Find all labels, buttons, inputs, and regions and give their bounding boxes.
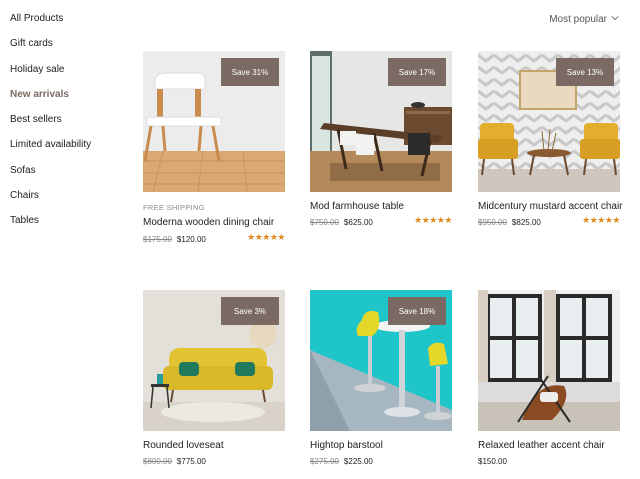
original-price: $750.00 [310,218,339,227]
product-card[interactable]: Save 17% Mod farmhouse table $750.00 $625… [310,51,452,236]
product-name[interactable]: Midcentury mustard accent chair [478,201,623,212]
product-image[interactable] [478,290,620,431]
product-card[interactable]: Save 3% Rounded loveseat $800.00 $775.00 [143,290,285,475]
sidebar-item-gift-cards[interactable]: Gift cards [10,37,130,62]
sale-price: $225.00 [343,457,373,466]
category-sidebar: All Products Gift cards Holiday sale New… [10,12,130,240]
product-image[interactable]: Save 17% [310,51,452,192]
discount-badge: Save 17% [388,58,446,86]
sidebar-item-limited-availability[interactable]: Limited availability [10,138,130,163]
product-prices: $750.00 $625.00 [310,218,373,227]
sale-price: $150.00 [478,457,507,466]
product-image[interactable]: Save 31% [143,51,285,192]
product-card[interactable]: Save 13% Midcentury mustard accent chair… [478,51,623,236]
product-image[interactable]: Save 18% [310,290,452,431]
product-prices: $275.00 $225.00 [310,457,373,466]
product-name[interactable]: Moderna wooden dining chair [143,217,274,228]
sale-price: $120.00 [176,235,206,244]
sidebar-item-new-arrivals[interactable]: New arrivals [10,88,130,113]
sort-label: Most popular [549,14,607,25]
sale-price: $825.00 [511,218,541,227]
sort-dropdown[interactable]: Most popular [549,14,619,25]
sale-price: $775.00 [176,457,206,466]
product-card[interactable]: Relaxed leather accent chair $150.00 [478,290,620,475]
product-prices: $800.00 $775.00 [143,457,206,466]
star-rating: ★★★★★ [247,232,285,242]
original-price: $275.00 [310,457,339,466]
discount-badge: Save 31% [221,58,279,86]
product-name[interactable]: Relaxed leather accent chair [478,440,605,451]
discount-badge: Save 13% [556,58,614,86]
product-prices: $175.00 $120.00 [143,235,206,244]
sidebar-item-sofas[interactable]: Sofas [10,164,130,189]
sidebar-item-best-sellers[interactable]: Best sellers [10,113,130,138]
free-shipping-label: FREE SHIPPING [143,203,205,212]
product-image[interactable]: Save 3% [143,290,285,431]
product-name[interactable]: Rounded loveseat [143,440,224,451]
product-image[interactable]: Save 13% [478,51,620,192]
sidebar-item-tables[interactable]: Tables [10,214,130,239]
discount-badge: Save 18% [388,297,446,325]
sidebar-item-all-products[interactable]: All Products [10,12,130,37]
sale-price: $625.00 [343,218,373,227]
original-price: $800.00 [143,457,172,466]
product-prices: $150.00 [478,457,507,466]
original-price: $950.00 [478,218,507,227]
star-rating: ★★★★★ [582,215,620,225]
product-name[interactable]: Mod farmhouse table [310,201,404,212]
sidebar-item-holiday-sale[interactable]: Holiday sale [10,63,130,88]
product-card[interactable]: Save 31% FREE SHIPPING Moderna wooden di… [143,51,285,251]
product-prices: $950.00 $825.00 [478,218,541,227]
original-price: $175.00 [143,235,172,244]
chevron-down-icon [611,14,619,25]
sidebar-item-chairs[interactable]: Chairs [10,189,130,214]
product-card[interactable]: Save 18% Hightop barstool $275.00 $225.00 [310,290,452,475]
discount-badge: Save 3% [221,297,279,325]
product-name[interactable]: Hightop barstool [310,440,383,451]
star-rating: ★★★★★ [414,215,452,225]
